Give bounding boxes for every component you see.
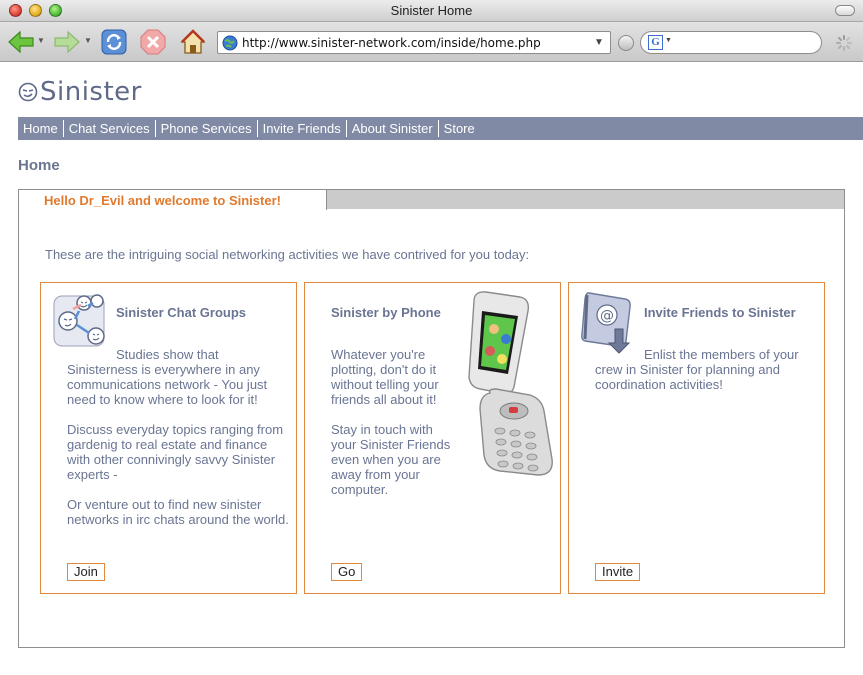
back-button[interactable]: [6, 27, 36, 57]
phone-body: Whatever you're plotting, don't do it wi…: [331, 347, 456, 512]
chat-groups-text-3: Or venture out to find new sinister netw…: [67, 497, 289, 527]
nav-home[interactable]: Home: [18, 120, 64, 137]
browser-window: Sinister Home ▼ ▼ http://www.sinister-ne…: [0, 0, 863, 675]
back-history-dropdown-icon[interactable]: ▼: [37, 36, 45, 45]
join-button[interactable]: Join: [67, 563, 105, 581]
globe-icon: [222, 35, 238, 50]
page-content: Sinister Home Chat Services Phone Servic…: [0, 63, 863, 675]
intro-text: These are the intriguing social networki…: [45, 247, 530, 262]
chat-groups-title: Sinister Chat Groups: [116, 305, 247, 320]
reload-icon: [101, 29, 127, 55]
nav-phone-services[interactable]: Phone Services: [156, 120, 258, 137]
main-nav: Home Chat Services Phone Services Invite…: [18, 117, 863, 140]
invite-friends-body: Enlist the members of your crew in Sinist…: [595, 347, 823, 407]
search-engine-dropdown-icon[interactable]: ▼: [665, 37, 672, 44]
address-book-icon: @: [581, 292, 631, 354]
browser-toolbar: ▼ ▼ http://www.sinister-network.com/insi…: [0, 22, 863, 62]
stop-icon: [140, 29, 166, 55]
search-bar[interactable]: G ▼: [640, 31, 822, 54]
address-bar[interactable]: http://www.sinister-network.com/inside/h…: [217, 31, 611, 54]
stop-button[interactable]: [138, 27, 168, 57]
invite-button[interactable]: Invite: [595, 563, 641, 581]
chat-groups-lead: Studies show that: [116, 347, 219, 362]
toolbar-toggle-button[interactable]: [835, 5, 855, 16]
home-icon: [180, 29, 206, 54]
chat-groups-text-2: Discuss everyday topics ranging from gar…: [67, 422, 284, 482]
google-search-icon[interactable]: G: [648, 35, 663, 50]
url-text[interactable]: http://www.sinister-network.com/inside/h…: [238, 36, 592, 50]
home-button[interactable]: [178, 27, 208, 57]
phone-text-2: Stay in touch with your Sinister Friends…: [331, 422, 451, 497]
welcome-tab: Hello Dr_Evil and welcome to Sinister!: [19, 190, 327, 210]
chat-groups-card: Sinister Chat Groups Studies show that Si…: [40, 282, 297, 594]
window-title: Sinister Home: [390, 3, 473, 18]
reload-button[interactable]: [99, 27, 129, 57]
go-phone-button[interactable]: Go: [331, 563, 363, 581]
invite-friends-title: Invite Friends to Sinister: [644, 305, 796, 320]
title-bar: Sinister Home: [0, 0, 863, 22]
invite-friends-lead: Enlist the members of your: [644, 347, 799, 362]
forward-arrow-icon: [54, 30, 80, 54]
sinister-logo-icon: [18, 82, 38, 102]
flip-phone-image: [468, 291, 553, 476]
forward-history-dropdown-icon[interactable]: ▼: [84, 36, 92, 45]
chat-group-icon: [53, 294, 105, 347]
chat-groups-body: Studies show that Sinisterness is everywh…: [67, 347, 292, 542]
welcome-message: Hello Dr_Evil and welcome to Sinister!: [44, 193, 281, 208]
welcome-panel: Hello Dr_Evil and welcome to Sinister! T…: [18, 189, 845, 648]
invite-friends-text: crew in Sinister for planning and coordi…: [595, 362, 780, 392]
nav-chat-services[interactable]: Chat Services: [64, 120, 156, 137]
loading-spinner-icon: [836, 35, 852, 51]
site-logo[interactable]: Sinister: [18, 77, 142, 107]
nav-about-sinister[interactable]: About Sinister: [347, 120, 439, 137]
nav-invite-friends[interactable]: Invite Friends: [258, 120, 347, 137]
chat-groups-text-1: Sinisterness is everywhere in any commun…: [67, 362, 268, 407]
go-button[interactable]: [618, 35, 634, 51]
phone-text-1: Whatever you're plotting, don't do it wi…: [331, 347, 439, 407]
invite-friends-card: @ Invite Friends to Sinister Enlist the …: [568, 282, 825, 594]
phone-card: Sinister by Phone Whatever you're plotti…: [304, 282, 561, 594]
phone-title: Sinister by Phone: [331, 305, 441, 320]
svg-text:@: @: [600, 308, 614, 324]
url-history-dropdown-icon[interactable]: ▼: [592, 37, 606, 48]
page-title: Home: [18, 157, 60, 174]
forward-button[interactable]: [52, 27, 82, 57]
back-arrow-icon: [8, 30, 34, 54]
logo-text: Sinister: [40, 77, 142, 107]
nav-store[interactable]: Store: [439, 120, 480, 137]
